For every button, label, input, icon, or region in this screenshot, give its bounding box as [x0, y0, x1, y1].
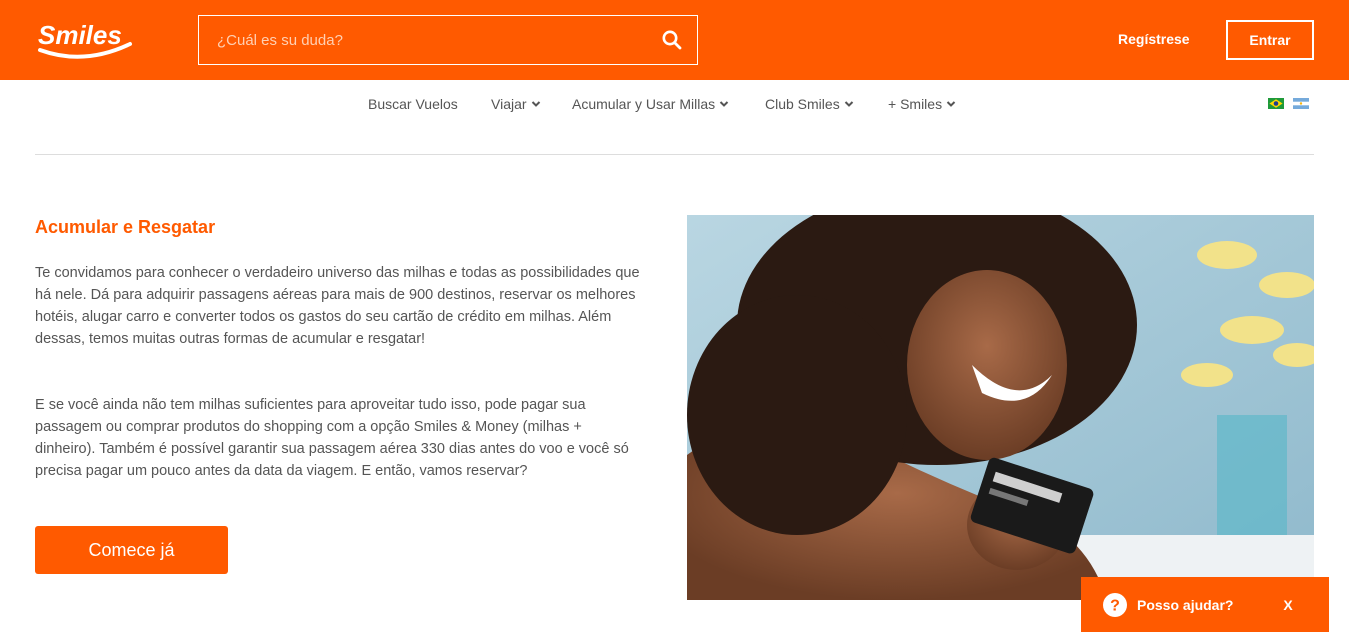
- chevron-down-icon: [719, 101, 729, 107]
- nav-item-label: + Smiles: [888, 96, 943, 112]
- argentina-flag-icon[interactable]: [1293, 98, 1309, 109]
- enter-button[interactable]: Entrar: [1226, 20, 1314, 60]
- smiles-logo[interactable]: Smiles: [34, 14, 134, 62]
- nav-item-club-smiles[interactable]: Club Smiles: [765, 96, 854, 112]
- main-nav: Buscar Vuelos Viajar Acumular y Usar Mil…: [0, 96, 1349, 116]
- search-box: [198, 15, 698, 65]
- nav-item-label: Acumular y Usar Millas: [572, 96, 716, 112]
- help-close-button[interactable]: X: [1281, 597, 1295, 613]
- nav-divider: [35, 154, 1314, 155]
- search-button[interactable]: [647, 16, 697, 64]
- chevron-down-icon: [946, 101, 956, 107]
- smiles-money-paragraph: E se você ainda não tem milhas suficient…: [35, 397, 629, 479]
- top-header: Smiles Regístrese Entrar: [0, 0, 1349, 80]
- nav-item-more-smiles[interactable]: + Smiles: [888, 96, 956, 112]
- nav-item-buscar-vuelos[interactable]: Buscar Vuelos: [368, 96, 458, 112]
- nav-item-label: Club Smiles: [765, 96, 840, 112]
- language-flags: [1268, 98, 1309, 109]
- search-input[interactable]: [199, 16, 647, 64]
- search-icon: [662, 30, 682, 50]
- brazil-flag-icon[interactable]: [1268, 98, 1284, 109]
- nav-item-label: Viajar: [491, 96, 527, 112]
- chevron-down-icon: [531, 101, 540, 107]
- register-link[interactable]: Regístrese: [1118, 31, 1190, 47]
- intro-paragraph: Te convidamos para conhecer o verdadeiro…: [35, 265, 640, 347]
- hero-photo-woman-with-credit-card: [687, 215, 1314, 600]
- nav-item-viajar[interactable]: Viajar: [491, 96, 541, 112]
- question-icon[interactable]: ?: [1103, 593, 1127, 617]
- help-label[interactable]: Posso ajudar?: [1137, 597, 1233, 613]
- logo-text: Smiles: [38, 20, 122, 50]
- start-now-button[interactable]: Comece já: [35, 526, 228, 574]
- chevron-down-icon: [844, 101, 853, 107]
- svg-text:?: ?: [1110, 598, 1120, 615]
- section-heading: Acumular e Resgatar: [35, 217, 216, 237]
- help-widget: ? Posso ajudar? X: [1081, 577, 1329, 632]
- nav-item-acumular[interactable]: Acumular y Usar Millas: [572, 96, 729, 112]
- nav-item-label: Buscar Vuelos: [368, 96, 458, 112]
